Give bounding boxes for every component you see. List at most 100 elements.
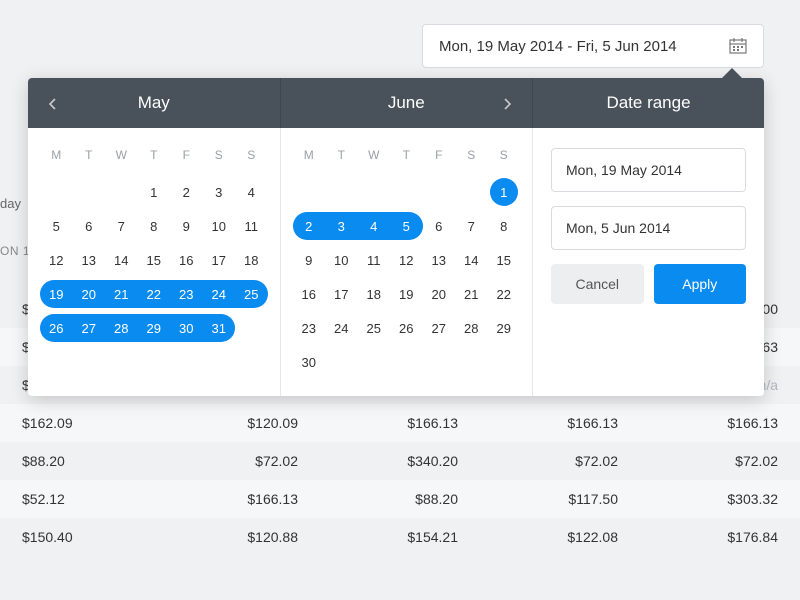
table-cell: $162.09	[0, 415, 160, 431]
day-cell[interactable]: 27	[73, 314, 106, 342]
day-cell[interactable]: 10	[203, 212, 236, 240]
day-cell[interactable]: 17	[203, 246, 236, 274]
day-cell[interactable]: 14	[105, 246, 138, 274]
day-cell[interactable]: 7	[105, 212, 138, 240]
table-cell: $117.50	[480, 491, 640, 507]
range-to-input[interactable]: Mon, 5 Jun 2014	[551, 206, 746, 250]
day-cell[interactable]: 18	[358, 280, 391, 308]
day-cell[interactable]: 13	[423, 246, 456, 274]
day-cell[interactable]: 2	[170, 178, 203, 206]
calendar-may: MTWTFSS 12345678910111213141516171819202…	[28, 128, 281, 396]
weekday-label: T	[73, 142, 106, 168]
day-cell[interactable]: 24	[325, 314, 358, 342]
day-cell[interactable]: 21	[455, 280, 488, 308]
month-header-left: May	[28, 78, 281, 128]
day-cell[interactable]: 9	[293, 246, 326, 274]
day-cell[interactable]: 14	[455, 246, 488, 274]
table-cell: $166.13	[160, 491, 320, 507]
day-cell[interactable]: 1	[490, 178, 518, 206]
day-cell[interactable]: 23	[170, 280, 203, 308]
table-cell: $72.02	[160, 453, 320, 469]
day-cell[interactable]: 19	[40, 280, 73, 308]
table-cell: $72.02	[640, 453, 800, 469]
weekday-label: S	[488, 142, 521, 168]
day-cell[interactable]: 1	[138, 178, 171, 206]
day-cell[interactable]: 29	[488, 314, 521, 342]
day-cell[interactable]: 9	[170, 212, 203, 240]
day-cell[interactable]: 26	[40, 314, 73, 342]
day-cell[interactable]: 28	[105, 314, 138, 342]
day-cell[interactable]: 13	[73, 246, 106, 274]
prev-month-button[interactable]	[46, 96, 60, 110]
day-cell[interactable]: 8	[138, 212, 171, 240]
day-cell[interactable]: 16	[293, 280, 326, 308]
range-from-input[interactable]: Mon, 19 May 2014	[551, 148, 746, 192]
day-cell[interactable]: 22	[488, 280, 521, 308]
day-cell[interactable]: 25	[235, 280, 268, 308]
range-panel: Mon, 19 May 2014 Mon, 5 Jun 2014 Cancel …	[532, 128, 764, 396]
day-cell[interactable]: 25	[358, 314, 391, 342]
day-cell[interactable]: 31	[203, 314, 236, 342]
day-cell[interactable]: 28	[455, 314, 488, 342]
date-range-input[interactable]: Mon, 19 May 2014 - Fri, 5 Jun 2014	[422, 24, 764, 68]
table-cell: $154.21	[320, 529, 480, 545]
day-cell[interactable]: 3	[203, 178, 236, 206]
day-cell[interactable]: 5	[390, 212, 423, 240]
day-cell[interactable]: 20	[73, 280, 106, 308]
table-cell: $303.32	[640, 491, 800, 507]
day-cell[interactable]: 12	[390, 246, 423, 274]
table-row: $88.20$72.02$340.20$72.02$72.02	[0, 442, 800, 480]
day-cell[interactable]: 23	[293, 314, 326, 342]
day-cell[interactable]: 10	[325, 246, 358, 274]
day-cell[interactable]: 4	[358, 212, 391, 240]
day-cell[interactable]: 26	[390, 314, 423, 342]
day-cell[interactable]: 27	[423, 314, 456, 342]
table-cell: $150.40	[0, 529, 160, 545]
day-cell[interactable]: 7	[455, 212, 488, 240]
day-cell[interactable]: 16	[170, 246, 203, 274]
table-cell: $166.13	[480, 415, 640, 431]
table-cell: $122.08	[480, 529, 640, 545]
day-cell[interactable]: 11	[358, 246, 391, 274]
day-cell[interactable]: 22	[138, 280, 171, 308]
calendar-june: MTWTFSS 12345678910111213141516171819202…	[281, 128, 533, 396]
next-month-button[interactable]	[500, 96, 514, 110]
day-cell[interactable]: 24	[203, 280, 236, 308]
calendar-icon	[729, 38, 747, 54]
range-header: Date range	[532, 78, 764, 128]
day-cell[interactable]: 6	[73, 212, 106, 240]
table-cell: $88.20	[0, 453, 160, 469]
day-cell[interactable]: 21	[105, 280, 138, 308]
day-cell[interactable]: 20	[423, 280, 456, 308]
month-right-label: June	[388, 93, 425, 113]
day-cell[interactable]: 30	[170, 314, 203, 342]
day-cell[interactable]: 2	[293, 212, 326, 240]
day-cell[interactable]: 30	[293, 348, 326, 376]
table-cell: $120.09	[160, 415, 320, 431]
weekday-label: S	[203, 142, 236, 168]
table-cell: $120.88	[160, 529, 320, 545]
weekday-label: S	[235, 142, 268, 168]
weekday-label: F	[423, 142, 456, 168]
table-cell: $88.20	[320, 491, 480, 507]
cancel-button[interactable]: Cancel	[551, 264, 644, 304]
day-cell[interactable]: 11	[235, 212, 268, 240]
day-cell[interactable]: 19	[390, 280, 423, 308]
day-cell[interactable]: 5	[40, 212, 73, 240]
table-cell: $72.02	[480, 453, 640, 469]
day-cell[interactable]: 15	[488, 246, 521, 274]
day-label: day	[0, 196, 21, 211]
day-cell[interactable]: 29	[138, 314, 171, 342]
table-cell: $166.13	[640, 415, 800, 431]
table-cell: $340.20	[320, 453, 480, 469]
apply-button[interactable]: Apply	[654, 264, 747, 304]
day-cell[interactable]: 8	[488, 212, 521, 240]
date-range-popover: May June Date range MTWTFSS 123456789101…	[28, 78, 764, 396]
day-cell[interactable]: 15	[138, 246, 171, 274]
day-cell[interactable]: 12	[40, 246, 73, 274]
day-cell[interactable]: 4	[235, 178, 268, 206]
day-cell[interactable]: 3	[325, 212, 358, 240]
day-cell[interactable]: 17	[325, 280, 358, 308]
day-cell[interactable]: 6	[423, 212, 456, 240]
day-cell[interactable]: 18	[235, 246, 268, 274]
